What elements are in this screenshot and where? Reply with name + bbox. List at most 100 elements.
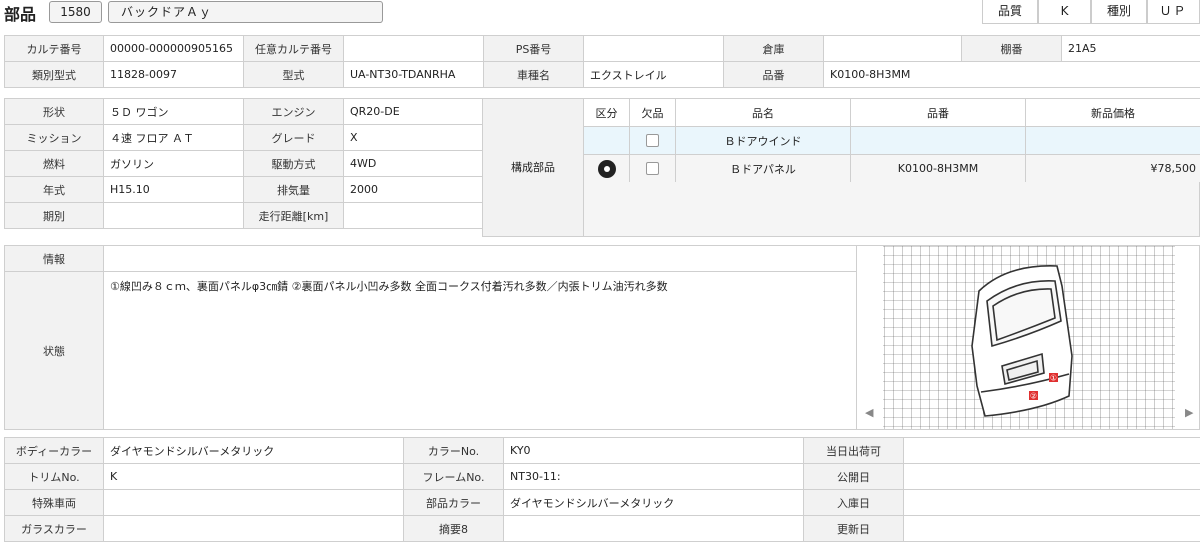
year-label: 年式 [4,176,104,203]
missing-header: 欠品 [629,98,676,127]
ps-no-label: PS番号 [483,35,584,62]
mission-label: ミッション [4,124,104,151]
frame-no-value: NT30-11: [503,463,804,490]
glass-color-value [103,515,404,542]
model-value: UA-NT30-TDANRHA [343,61,484,88]
page-title: 部品 [4,5,37,24]
info-value [103,245,857,272]
carte-no-label: カルテ番号 [4,35,104,62]
arrow-right-icon[interactable]: ▶ [1185,406,1193,419]
optional-carte-label: 任意カルテ番号 [243,35,344,62]
mileage-label: 走行距離[km] [243,202,344,229]
spec-table: 形状 ５Ｄ ワゴン エンジン QR20-DE ミッション ４速 フロア ＡＴ グ… [4,98,484,229]
body-color-value: ダイヤモンドシルバーメタリック [103,437,404,464]
special-vehicle-value [103,489,404,516]
fuel-label: 燃料 [4,150,104,177]
header: 部品 1580 バックドアＡｙ 品質 K 種別 ＵＰ [0,0,1200,26]
update-date-value [903,515,1200,542]
publish-date-label: 公開日 [803,463,904,490]
table-row[interactable]: Ｂドアパネル K0100-8H3MM ¥78,500 [583,154,1200,183]
displacement-label: 排気量 [243,176,344,203]
update-date-label: 更新日 [803,515,904,542]
carte-no-value: 00000-000000905165 [103,35,244,62]
ship-today-value [903,437,1200,464]
shape-label: 形状 [4,98,104,125]
kubun-cell [583,154,630,183]
info-table: 情報 状態 ①線凹み８ｃｍ、裏面パネルφ3㎝錆 ②裏面パネル小凹み多数 全面コー… [4,245,857,430]
drive-label: 駆動方式 [243,150,344,177]
top-info-table: カルテ番号 00000-000000905165 任意カルテ番号 PS番号 倉庫… [4,35,1200,88]
grade-label: グレード [243,124,344,151]
missing-cell [629,154,676,183]
bottom-info-table: ボディーカラー ダイヤモンドシルバーメタリック カラーNo. KY0 当日出荷可… [4,437,1200,542]
price-cell [1025,126,1200,155]
price-header: 新品価格 [1025,98,1200,127]
composed-parts-table: 区分 欠品 品名 品番 新品価格 Ｂドアウインド Ｂドアパネル K0100-8H… [583,98,1200,183]
kind-label: 種別 [1091,0,1147,24]
quality-label: 品質 [982,0,1038,24]
mission-value: ４速 フロア ＡＴ [103,124,244,151]
frame-no-label: フレームNo. [403,463,504,490]
status-label: 状態 [4,271,104,430]
period-value [103,202,244,229]
table-row[interactable]: Ｂドアウインド [583,126,1200,155]
shelf-label: 棚番 [961,35,1062,62]
class-model-value: 11828-0097 [103,61,244,88]
missing-checkbox[interactable] [646,134,659,148]
engine-label: エンジン [243,98,344,125]
name-header: 品名 [675,98,851,127]
warehouse-value [823,35,962,62]
kubun-header: 区分 [583,98,630,127]
arrow-left-icon[interactable]: ◀ [865,406,873,419]
part-name-cell: Ｂドアパネル [675,154,851,183]
color-no-value: KY0 [503,437,804,464]
back-door-diagram: ① ② [883,246,1175,429]
kubun-cell [583,126,630,155]
kind-value: ＵＰ [1147,0,1200,24]
period-label: 期別 [4,202,104,229]
part-no-value: K0100-8H3MM [823,61,1200,88]
grade-value: X [343,124,484,151]
part-code-field[interactable]: 1580 [49,1,102,23]
part-color-value: ダイヤモンドシルバーメタリック [503,489,804,516]
body-color-label: ボディーカラー [4,437,104,464]
part-no-cell: K0100-8H3MM [850,154,1026,183]
ship-today-label: 当日出荷可 [803,437,904,464]
disc-icon[interactable] [597,159,616,178]
part-name-cell: Ｂドアウインド [675,126,851,155]
damage-marker-2: ② [1030,392,1037,401]
arrival-date-label: 入庫日 [803,489,904,516]
fuel-value: ガソリン [103,150,244,177]
price-cell: ¥78,500 [1025,154,1200,183]
year-value: H15.10 [103,176,244,203]
publish-date-value [903,463,1200,490]
part-no-cell [850,126,1026,155]
color-no-label: カラーNo. [403,437,504,464]
damage-marker-1: ① [1050,374,1057,383]
missing-checkbox[interactable] [646,162,659,176]
status-value: ①線凹み８ｃｍ、裏面パネルφ3㎝錆 ②裏面パネル小凹み多数 全面コークス付着汚れ… [103,271,857,430]
summary-label: 摘要8 [403,515,504,542]
composed-parts-label: 構成部品 [482,98,584,237]
part-no-header: 品番 [850,98,1026,127]
mileage-value [343,202,484,229]
shape-value: ５Ｄ ワゴン [103,98,244,125]
arrival-date-value [903,489,1200,516]
engine-value: QR20-DE [343,98,484,125]
warehouse-label: 倉庫 [723,35,824,62]
trim-no-value: K [103,463,404,490]
optional-carte-value [343,35,484,62]
part-diagram-viewer[interactable]: ① ② ◀ ▶ [856,245,1200,430]
missing-cell [629,126,676,155]
part-no-label: 品番 [723,61,824,88]
parts-table-empty-area [583,182,1200,237]
displacement-value: 2000 [343,176,484,203]
quality-value: K [1038,0,1091,24]
model-label: 型式 [243,61,344,88]
drive-value: 4WD [343,150,484,177]
shelf-value: 21A5 [1061,35,1200,62]
part-color-label: 部品カラー [403,489,504,516]
glass-color-label: ガラスカラー [4,515,104,542]
part-name-field[interactable]: バックドアＡｙ [108,1,383,23]
trim-no-label: トリムNo. [4,463,104,490]
